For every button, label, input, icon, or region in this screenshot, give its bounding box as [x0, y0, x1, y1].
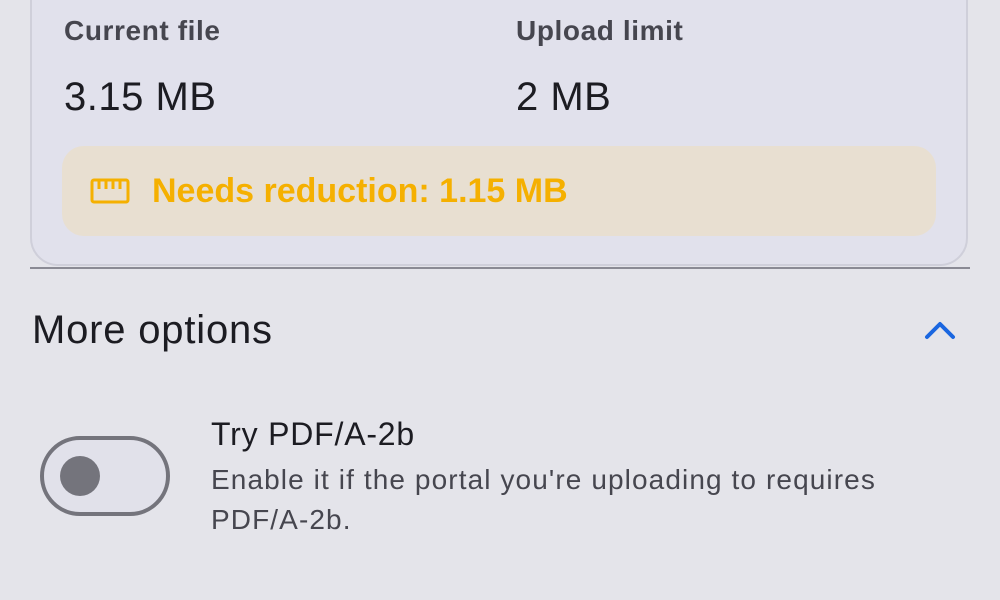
chevron-up-icon[interactable] — [920, 316, 960, 344]
ruler-icon — [90, 178, 130, 204]
current-file-stat: Current file 3.15 MB — [64, 14, 221, 120]
pdfa-option-title: Try PDF/A-2b — [211, 416, 415, 452]
upload-limit-stat: Upload limit 2 MB — [516, 14, 683, 120]
section-divider — [30, 267, 970, 269]
more-options-header[interactable]: More options — [0, 290, 1000, 370]
file-size-card: Current file 3.15 MB Upload limit 2 MB N… — [30, 0, 968, 266]
reduction-banner: Needs reduction: 1.15 MB — [62, 146, 936, 236]
pdfa-option-description: Enable it if the portal you're uploading… — [211, 464, 876, 535]
pdfa-toggle[interactable] — [40, 436, 170, 516]
toggle-thumb — [60, 456, 100, 496]
upload-limit-value: 2 MB — [516, 75, 612, 119]
compress-settings-screen: Current file 3.15 MB Upload limit 2 MB N… — [0, 0, 1000, 600]
current-file-label: Current file — [64, 15, 221, 46]
pdfa-option: Try PDF/A-2b Enable it if the portal you… — [211, 412, 971, 540]
reduction-text: Needs reduction: 1.15 MB — [152, 171, 568, 210]
current-file-value: 3.15 MB — [64, 75, 217, 119]
more-options-title: More options — [32, 308, 273, 352]
upload-limit-label: Upload limit — [516, 15, 684, 46]
